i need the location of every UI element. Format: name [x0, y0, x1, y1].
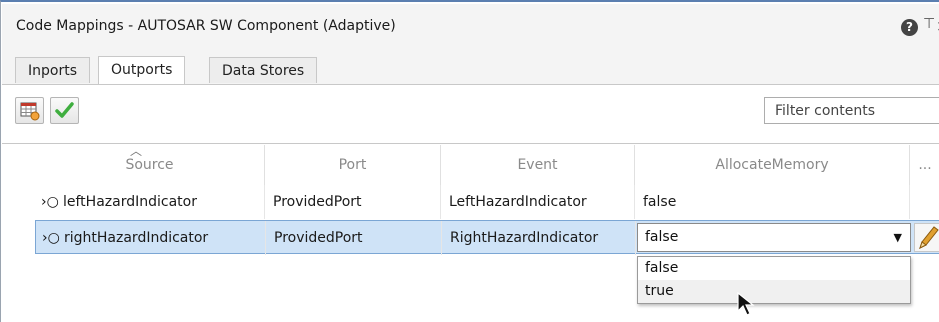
tab-outports[interactable]: Outports [98, 56, 186, 84]
column-header-event[interactable]: Event [441, 145, 635, 185]
option-true[interactable]: true [638, 280, 910, 303]
allocate-memory-cell[interactable]: false [635, 185, 910, 219]
allocate-memory-options: false true [637, 256, 911, 304]
port-cell[interactable]: ProvidedPort [265, 185, 441, 219]
edit-button[interactable] [914, 223, 939, 252]
panel-title: Code Mappings - AUTOSAR SW Component (Ad… [16, 18, 396, 34]
configure-table-button[interactable] [15, 97, 44, 124]
pin-icon[interactable]: ⊤ [923, 16, 935, 32]
option-false[interactable]: false [638, 257, 910, 280]
table-row-selected[interactable]: ›○ rightHazardIndicator ProvidedPort Rig… [35, 220, 939, 255]
validate-button[interactable] [50, 97, 79, 124]
validate-checkmark-icon [55, 102, 74, 118]
tab-data-stores[interactable]: Data Stores [209, 57, 318, 83]
filter-contents-input[interactable] [764, 97, 939, 124]
tab-strip: Inports Outports Data Stores [2, 54, 939, 85]
column-header-allocate-memory[interactable]: AllocateMemory [635, 145, 910, 185]
source-cell[interactable]: ›○ leftHazardIndicator [35, 185, 265, 219]
toolbar-divider [2, 143, 939, 144]
port-cell[interactable]: ProvidedPort [266, 221, 442, 255]
dropdown-arrow-icon: ▼ [893, 231, 902, 244]
outport-icon: ›○ [41, 194, 59, 210]
event-cell[interactable]: LeftHazardIndicator [441, 185, 635, 219]
sort-ascending-icon: ︿ [130, 144, 143, 158]
code-mappings-panel: Code Mappings - AUTOSAR SW Component (Ad… [0, 0, 939, 322]
tab-inports[interactable]: Inports [15, 57, 90, 83]
title-bar: Code Mappings - AUTOSAR SW Component (Ad… [2, 4, 939, 54]
allocate-memory-dropdown[interactable]: false ▼ [637, 223, 911, 252]
column-header-more[interactable]: ... [910, 145, 939, 185]
configure-table-icon [20, 102, 40, 121]
source-cell[interactable]: ›○ rightHazardIndicator [36, 221, 266, 255]
column-header-port[interactable]: Port [265, 145, 441, 185]
event-cell[interactable]: RightHazardIndicator [442, 221, 636, 255]
table-row[interactable]: ›○ leftHazardIndicator ProvidedPort Left… [35, 185, 939, 219]
help-icon[interactable]: ? [901, 19, 918, 36]
pencil-icon [919, 226, 939, 249]
outport-icon: ›○ [42, 230, 60, 246]
toolbar [2, 85, 939, 135]
column-header-source[interactable]: ︿ Source [35, 144, 265, 185]
mouse-pointer-icon [737, 291, 755, 316]
